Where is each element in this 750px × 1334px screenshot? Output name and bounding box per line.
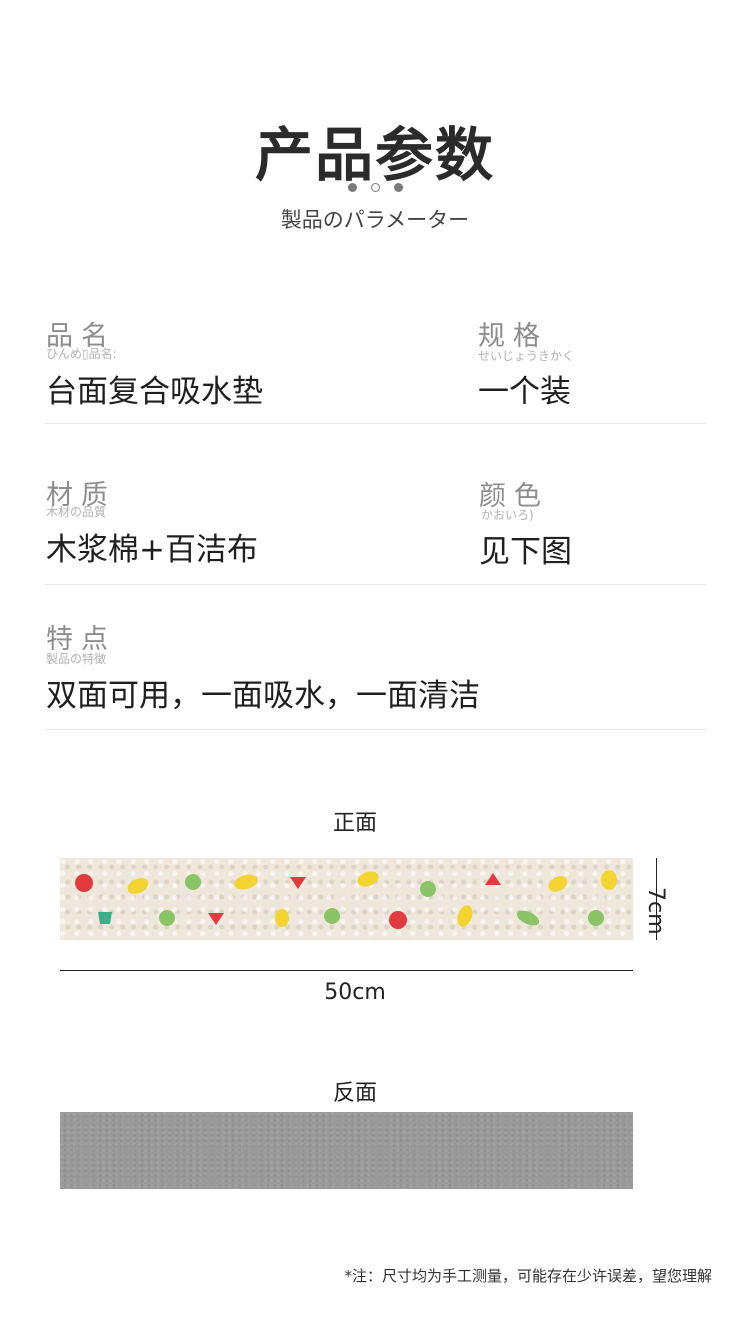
divider [45, 729, 706, 730]
divider [45, 584, 706, 585]
material-ruby: 木材の品質 [46, 505, 107, 519]
back-pad-image [60, 1112, 633, 1189]
dot [347, 183, 357, 192]
title-dots [0, 183, 750, 192]
page-title: 产品参数 [254, 121, 495, 189]
dot [393, 183, 403, 192]
footnote: *注：尺寸均为手工测量，可能存在少许误差，望您理解 [344, 1267, 712, 1285]
spec-value: 一个装 [478, 374, 571, 410]
feature-value: 双面可用，一面吸水，一面清洁 [46, 678, 480, 714]
front-label: 正面 [332, 811, 377, 836]
name-ruby: ひんめ▯品名: [46, 347, 117, 361]
width-dimension-line [60, 970, 633, 971]
page-subtitle: 製品のパラメーター [280, 208, 470, 232]
fruit-pattern [75, 870, 617, 929]
back-label: 反面 [332, 1081, 377, 1106]
height-dimension-label: 7cm [643, 887, 668, 935]
name-value: 台面复合吸水垫 [46, 374, 263, 410]
dot [370, 183, 380, 192]
color-ruby: かおいろ) [481, 508, 534, 522]
spec-ruby: せいじょうきかく [478, 349, 575, 363]
front-pad-image [60, 858, 633, 940]
material-value: 木浆棉+百洁布 [46, 532, 258, 568]
divider [45, 423, 706, 424]
color-value: 见下图 [479, 534, 572, 570]
feature-ruby: 製品の特徴 [46, 652, 107, 666]
width-dimension-label: 50cm [324, 980, 386, 1005]
